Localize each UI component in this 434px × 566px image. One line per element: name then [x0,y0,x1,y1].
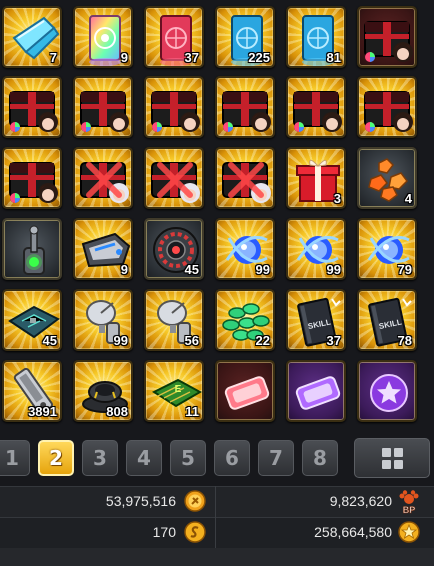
star-coin-icon [398,521,420,543]
purple-star-coin-icon [359,362,415,420]
inventory-slot[interactable] [286,76,346,138]
inventory-slot[interactable]: 81 [286,6,346,68]
inventory-slot[interactable]: SKILL 78 [357,289,417,351]
page-button-8[interactable]: 8 [302,440,338,476]
gold-coin-icon [184,490,206,512]
item-count: 7 [49,50,57,65]
page-button-7[interactable]: 7 [258,440,294,476]
item-count: 45 [184,262,199,277]
inventory-slot[interactable]: 37 [144,6,204,68]
inventory-slot[interactable]: 45 [2,289,62,351]
bp-paw-icon: BP [399,490,419,515]
page-button-1[interactable]: 1 [0,440,30,476]
inventory-slot[interactable]: 99 [73,289,133,351]
item-count: 81 [326,50,341,65]
inventory-slot[interactable]: E 11 [144,360,204,422]
inventory-slot[interactable]: 45 [144,218,204,280]
inventory-slot[interactable] [2,147,62,209]
character-box-icon [288,78,344,136]
item-count: 37 [184,50,199,65]
item-count: 3891 [28,404,57,419]
inventory-slot[interactable] [286,360,346,422]
inventory-slot[interactable]: 56 [144,289,204,351]
item-count: 4 [404,191,412,206]
inventory-slot[interactable] [215,147,275,209]
inventory-slot[interactable]: 9 [73,218,133,280]
inventory-slot[interactable]: 808 [73,360,133,422]
character-box-icon [359,8,415,66]
page-button-6[interactable]: 6 [214,440,250,476]
inventory-slot[interactable]: 22 [215,289,275,351]
item-count: 9 [120,262,128,277]
inventory-slot[interactable] [73,147,133,209]
character-box-icon [359,78,415,136]
page-button-2[interactable]: 2 [38,440,74,476]
inventory-slot[interactable] [2,218,62,280]
inventory-slot[interactable]: 4 [357,147,417,209]
inventory-slot[interactable] [215,360,275,422]
item-count: 79 [397,262,412,277]
item-count: 99 [326,262,341,277]
inventory-slot[interactable]: SKILL 37 [286,289,346,351]
red-ticket-icon [217,362,273,420]
inventory-slot[interactable] [357,6,417,68]
character-box-icon [146,78,202,136]
inventory-slot[interactable] [144,147,204,209]
premium-value: 170 [152,524,176,540]
green-lever-device-icon [4,220,60,278]
item-count: 99 [255,262,270,277]
item-count: 11 [185,404,199,419]
currency-row-2: 170 258,664,580 [0,517,434,548]
bp-label: BP [403,505,416,515]
inventory-slot[interactable]: 9 [73,6,133,68]
grid-view-button[interactable] [354,438,430,478]
item-count: 3 [333,191,341,206]
inventory-slot[interactable]: 79 [357,218,417,280]
crossed-character-box-icon [146,149,202,207]
item-count: 99 [113,333,128,348]
inventory-slot[interactable] [73,76,133,138]
pagination-bar: 12345678 [0,436,434,482]
inventory-slot[interactable]: 3891 [2,360,62,422]
page-button-3[interactable]: 3 [82,440,118,476]
crossed-character-box-icon [75,149,131,207]
premium-coin-icon [184,521,206,543]
inventory-slot[interactable]: 7 [2,6,62,68]
inventory-slot[interactable]: 225 [215,6,275,68]
inventory-slot[interactable]: 99 [215,218,275,280]
page-button-4[interactable]: 4 [126,440,162,476]
item-count: 22 [255,333,270,348]
inventory-slot[interactable]: 99 [286,218,346,280]
item-count: 45 [42,333,57,348]
currency-row-1: 53,975,516 9,823,620 BP [0,486,434,517]
item-count: 78 [397,333,412,348]
star-value: 258,664,580 [314,524,392,540]
bp-value: 9,823,620 [329,493,392,509]
character-box-icon [4,149,60,207]
item-count: 225 [248,50,270,65]
inventory-slot[interactable] [357,360,417,422]
item-count: 56 [184,333,199,348]
character-box-icon [75,78,131,136]
inventory-slot[interactable] [144,76,204,138]
page-button-5[interactable]: 5 [170,440,206,476]
currency-divider [215,486,216,548]
purple-ticket-icon [288,362,344,420]
character-box-icon [4,78,60,136]
item-count: 808 [106,404,128,419]
inventory-slot[interactable] [215,76,275,138]
inventory-slot[interactable] [2,76,62,138]
crossed-character-box-icon [217,149,273,207]
bottom-bar [0,548,434,566]
character-box-icon [217,78,273,136]
item-count: 9 [120,50,128,65]
grid-view-icon [382,448,403,469]
microchip-label: E [175,384,182,395]
item-count: 37 [326,333,341,348]
gold-value: 53,975,516 [105,493,176,509]
inventory-slot[interactable]: 3 [286,147,346,209]
inventory-grid: 7 9 37 225 81 3 4 9 45 99 99 79 45 99 56 22 SKILL 37 SKILL… [0,0,434,430]
inventory-slot[interactable] [357,76,417,138]
